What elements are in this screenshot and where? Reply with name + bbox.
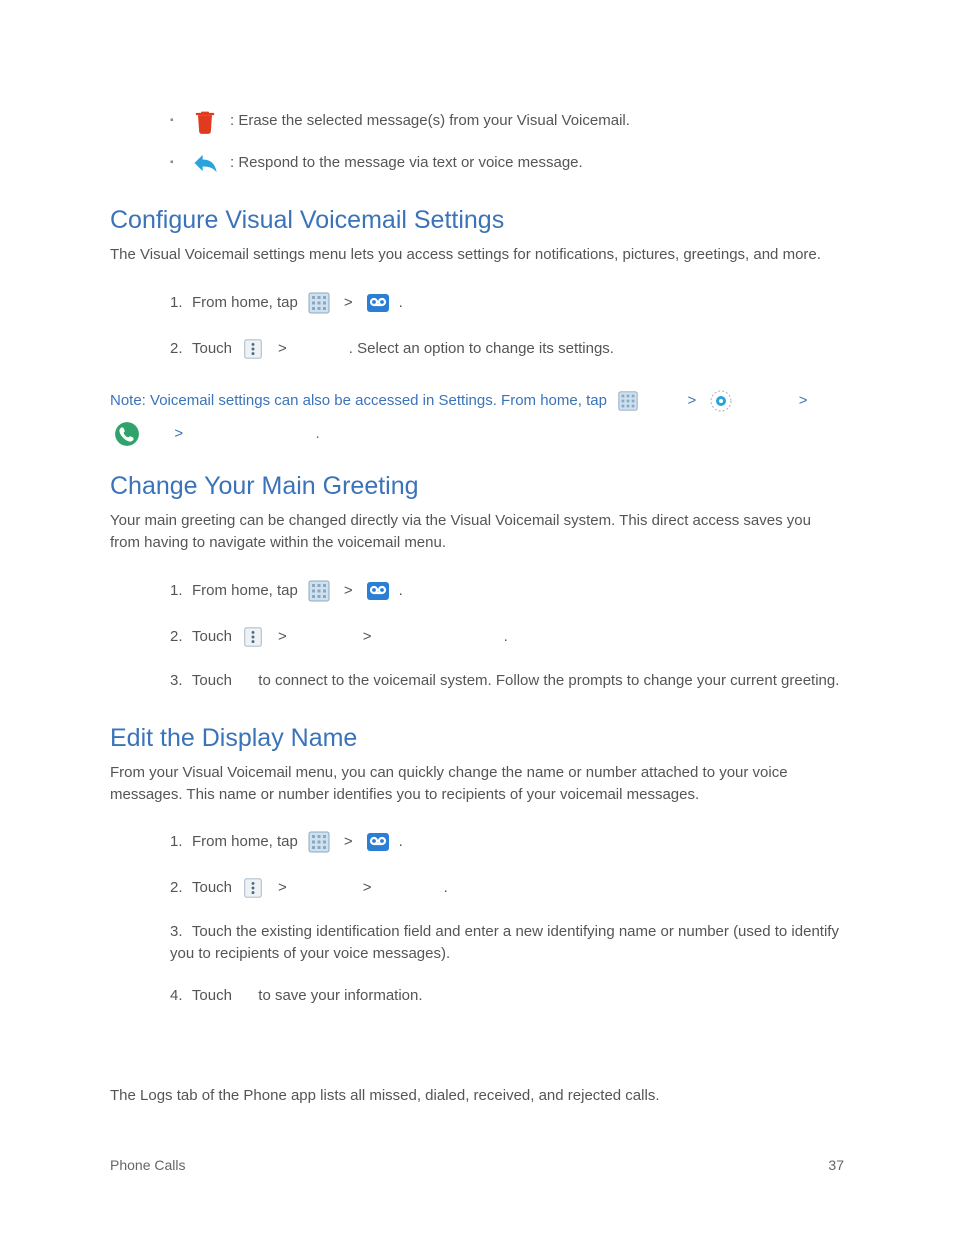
period-text: . [444,877,448,899]
heading-display: Edit the Display Name [110,720,844,756]
chevron-text: > [359,626,376,648]
bullet-marker: ▪ [170,156,180,171]
voicemail-app-icon [365,578,391,604]
step-number: 3. [170,921,188,943]
step-number: 2. [170,338,188,360]
step-text: From home, tap [192,292,298,314]
step-text: to connect to the voicemail system. Foll… [258,672,839,689]
period-text: . [315,425,319,442]
reply-icon [188,148,222,178]
chevron-text: > [274,338,291,360]
step-2: 2. Touch > . Select an option to change … [110,326,844,372]
period-text: . [399,580,403,602]
intro-configure: The Visual Voicemail settings menu lets … [110,244,844,266]
chevron-text: > [340,580,357,602]
chevron-text: > [795,392,812,409]
step-text: . Select an option to change its setting… [349,338,614,360]
heading-configure: Configure Visual Voicemail Settings [110,202,844,238]
step-1: 1. From home, tap > . [110,280,844,326]
period-text: . [399,831,403,853]
apps-grid-icon [306,578,332,604]
intro-display: From your Visual Voicemail menu, you can… [110,762,844,806]
chevron-text: > [340,292,357,314]
step-1: 1. From home, tap > . [110,568,844,614]
step-2: 2. Touch > > . [110,865,844,911]
footer-page-number: 37 [828,1155,844,1175]
overflow-menu-icon [240,624,266,650]
icon-bullet-list: ▪ : Erase the selected message(s) from y… [110,100,844,184]
step-number: 3. [170,670,188,692]
bullet-erase: ▪ : Erase the selected message(s) from y… [110,100,844,142]
intro-greeting: Your main greeting can be changed direct… [110,510,844,554]
step-number: 2. [170,877,188,899]
footer-section: Phone Calls [110,1155,186,1175]
bullet-text: : Erase the selected message(s) from you… [230,110,630,132]
bullet-marker: ▪ [170,114,180,129]
note-configure: Note: Voicemail settings can also be acc… [110,384,844,450]
period-text: . [504,626,508,648]
step-text: From home, tap [192,580,298,602]
chevron-text: > [340,831,357,853]
chevron-text: > [683,392,700,409]
trash-icon [188,106,222,136]
page-footer: Phone Calls 37 [110,1155,844,1175]
apps-grid-icon [615,388,641,414]
step-number: 1. [170,292,188,314]
bullet-reply: ▪ : Respond to the message via text or v… [110,142,844,184]
step-3: 3. Touch to connect to the voicemail sys… [110,660,844,702]
step-4: 4. Touch to save your information. [110,975,844,1017]
steps-display: 1. From home, tap > . 2. Touch > > . 3. [110,819,844,1016]
chevron-text: > [274,877,291,899]
steps-greeting: 1. From home, tap > . 2. Touch > > . 3. [110,568,844,702]
step-number: 1. [170,580,188,602]
step-number: 1. [170,831,188,853]
overflow-menu-icon [240,875,266,901]
step-text: From home, tap [192,831,298,853]
bullet-text: : Respond to the message via text or voi… [230,152,583,174]
voicemail-app-icon [365,829,391,855]
step-text: to save your information. [258,987,422,1004]
step-2: 2. Touch > > . [110,614,844,660]
step-text: Touch [192,626,232,648]
apps-grid-icon [306,829,332,855]
step-text: Touch the existing identification field … [170,923,839,962]
chevron-text: > [170,425,187,442]
heading-greeting: Change Your Main Greeting [110,468,844,504]
period-text: . [399,292,403,314]
voicemail-app-icon [365,290,391,316]
note-text: Note: Voicemail settings can also be acc… [110,392,611,409]
step-text: Touch [192,877,232,899]
overflow-menu-icon [240,336,266,362]
step-number: 2. [170,626,188,648]
logs-paragraph: The Logs tab of the Phone app lists all … [110,1085,844,1107]
step-3: 3. Touch the existing identification fie… [110,911,844,975]
step-1: 1. From home, tap > . [110,819,844,865]
chevron-text: > [274,626,291,648]
step-text: Touch [192,338,232,360]
phone-call-icon [114,421,140,447]
steps-configure: 1. From home, tap > . 2. Touch > . Selec… [110,280,844,372]
step-text: Touch [192,672,236,689]
apps-grid-icon [306,290,332,316]
step-number: 4. [170,985,188,1007]
step-text: Touch [192,987,236,1004]
settings-gear-icon [708,388,734,414]
chevron-text: > [359,877,376,899]
